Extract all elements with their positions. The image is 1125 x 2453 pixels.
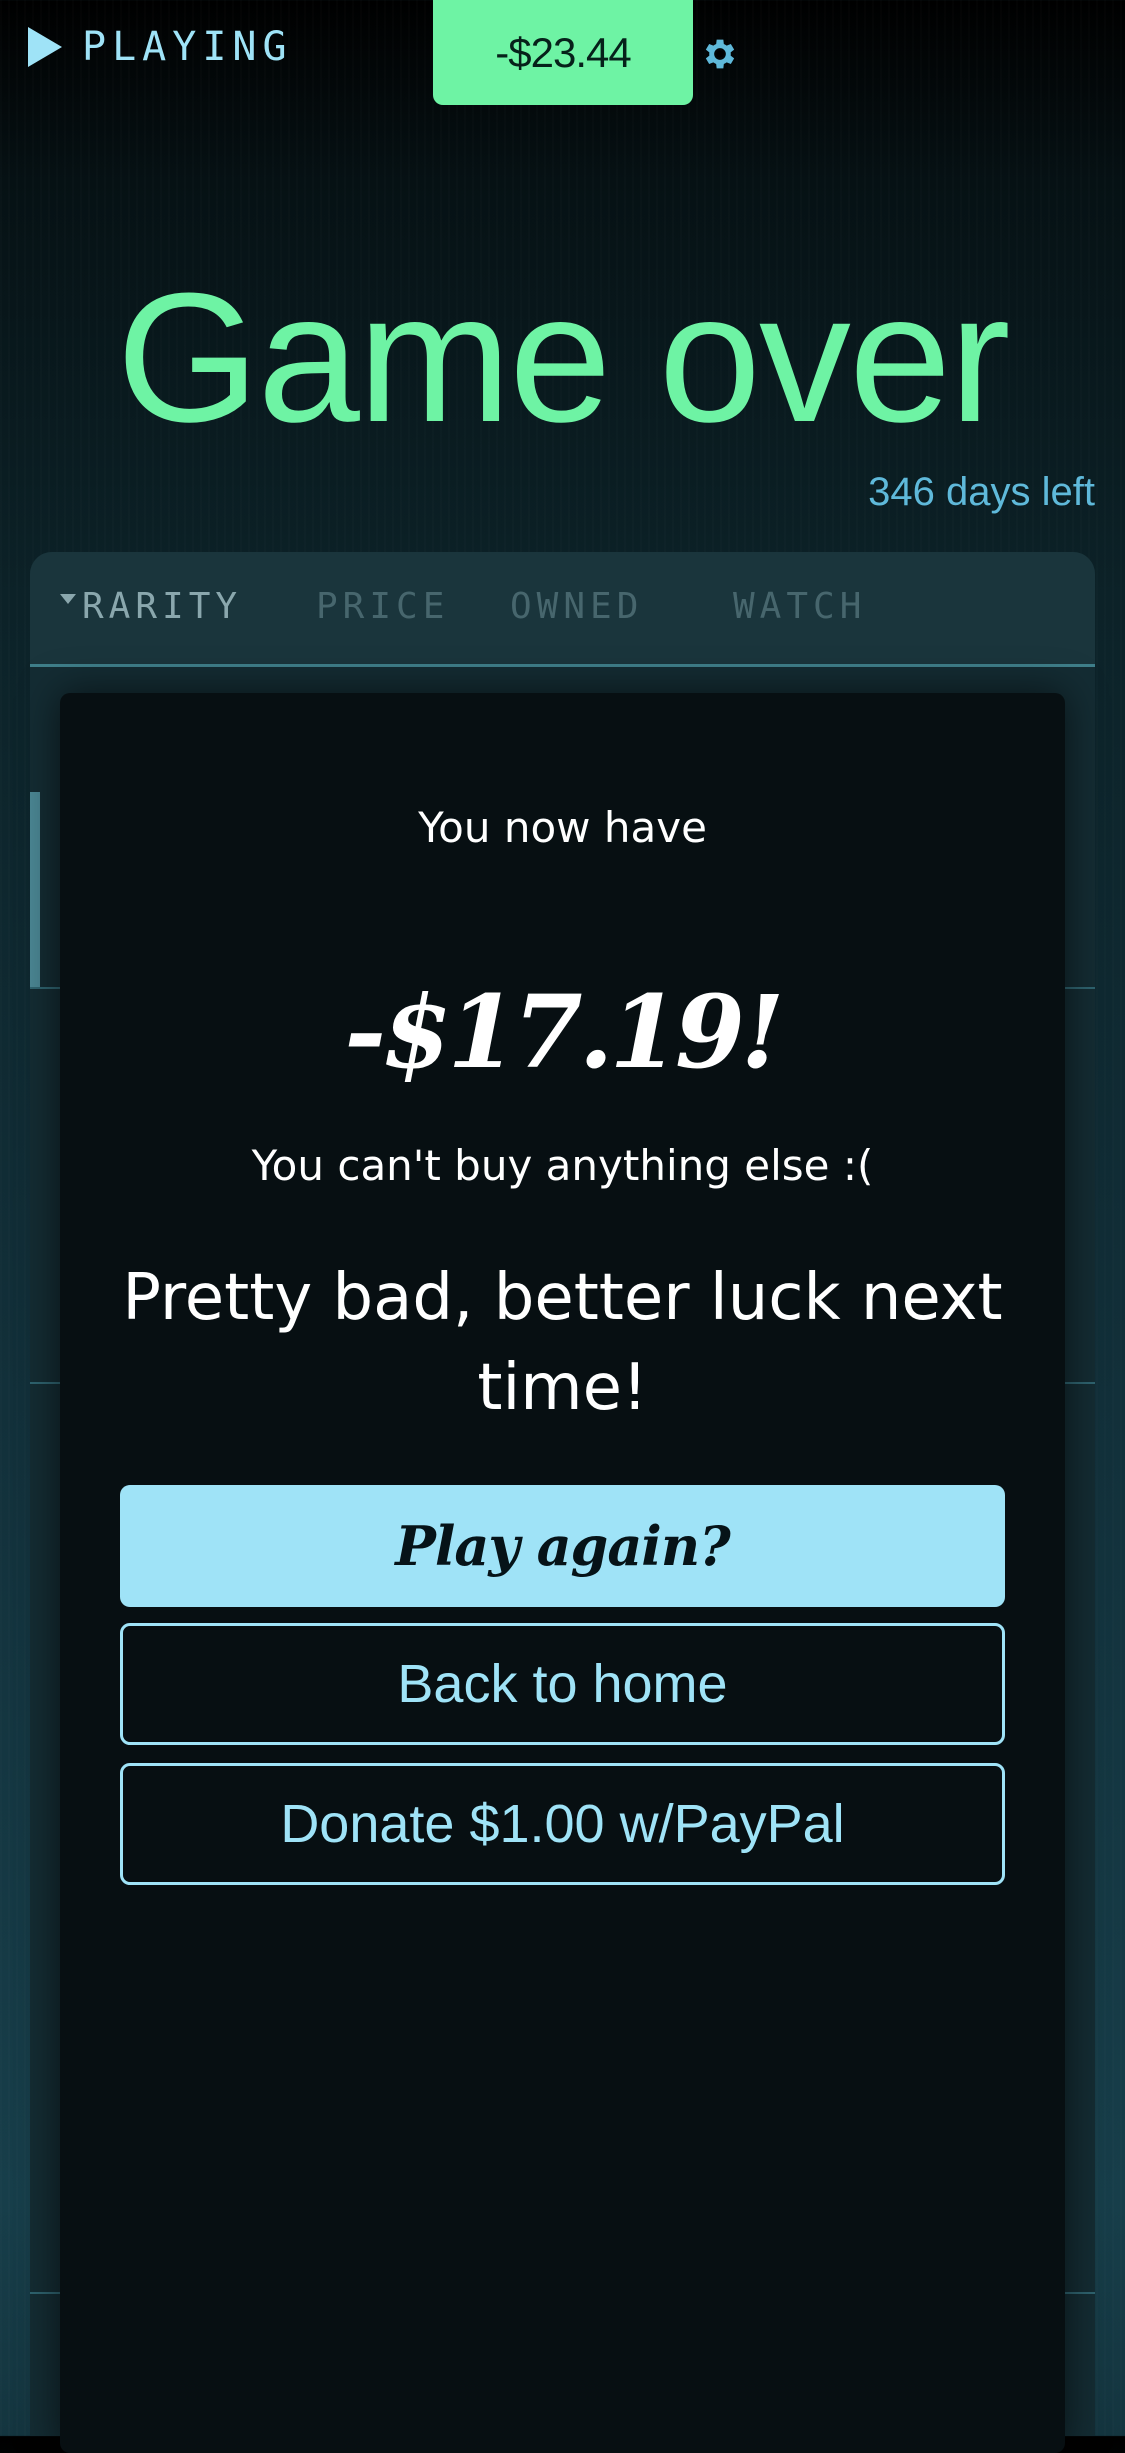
column-rarity[interactable]: RARITY	[60, 586, 242, 627]
status-label: PLAYING	[82, 24, 293, 70]
play-again-button[interactable]: Play again?	[120, 1485, 1005, 1607]
column-price[interactable]: PRICE	[316, 586, 449, 627]
days-left: 346 days left	[868, 470, 1095, 514]
balance-badge: -$23.44	[433, 0, 693, 105]
page-title: Game over	[116, 254, 1010, 460]
column-watch[interactable]: WATCH	[733, 586, 866, 627]
result-message: You can't buy anything else :(	[251, 1141, 874, 1190]
result-lead: You now have	[418, 803, 707, 852]
play-icon	[28, 27, 62, 67]
sort-caret-icon	[60, 594, 76, 604]
column-owned[interactable]: OWNED	[510, 586, 643, 627]
row-accent	[30, 792, 40, 987]
back-to-home-button[interactable]: Back to home	[120, 1623, 1005, 1745]
game-status: PLAYING	[28, 24, 293, 70]
final-balance: -$17.19!	[344, 973, 784, 1091]
table-header: RARITY PRICE OWNED WATCH	[30, 552, 1095, 667]
result-verdict: Pretty bad, better luck next time!	[122, 1261, 1003, 1425]
donate-paypal-button[interactable]: Donate $1.00 w/PayPal	[120, 1763, 1005, 1885]
game-over-modal: You now have -$17.19! You can't buy anyt…	[60, 693, 1065, 2453]
gear-icon[interactable]	[700, 34, 740, 74]
